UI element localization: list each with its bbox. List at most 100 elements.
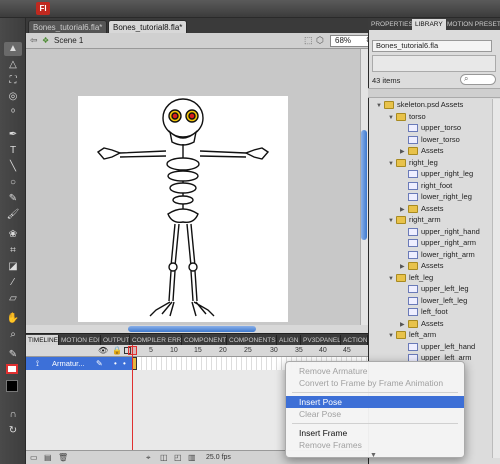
brush-tool-icon[interactable]: 🖌	[4, 208, 22, 222]
stage[interactable]	[78, 96, 288, 322]
library-item[interactable]: ▼ left_arm	[368, 329, 500, 340]
library-search-input[interactable]: ⌕	[460, 74, 496, 85]
frame-number: 45	[343, 347, 351, 354]
scroll-down-arrow-icon[interactable]: ▼	[370, 452, 377, 459]
library-item[interactable]: lower_right_leg	[368, 191, 500, 202]
frame-rate[interactable]: 25.0 fps	[206, 454, 231, 461]
scene-label: Scene 1	[54, 36, 84, 45]
frame-number: 25	[244, 347, 252, 354]
library-item[interactable]: left_foot	[368, 306, 500, 317]
library-preview	[372, 55, 496, 72]
text-tool-icon[interactable]: T	[4, 144, 22, 158]
menu-item-insert-pose[interactable]: Insert Pose	[286, 396, 464, 408]
subselection-tool-icon[interactable]: △	[4, 58, 22, 72]
library-item[interactable]: upper_right_leg	[368, 168, 500, 179]
eraser-tool-icon[interactable]: ▱	[4, 292, 22, 306]
back-arrow-icon[interactable]: ⇦	[30, 35, 38, 46]
folder-icon	[408, 147, 418, 156]
lock-icon[interactable]: 🔒	[112, 346, 122, 355]
3d-rotation-tool-icon[interactable]: ◎	[4, 90, 22, 104]
tab-motion-presets[interactable]: MOTION PRESETS	[444, 19, 500, 30]
library-item-label: skeleton.psd Assets	[397, 100, 464, 109]
smooth-icon[interactable]: ↻	[4, 424, 22, 438]
hand-tool-icon[interactable]: ✋	[4, 312, 22, 326]
library-item[interactable]: lower_left_leg	[368, 295, 500, 306]
free-transform-tool-icon[interactable]: ⛶	[4, 74, 22, 88]
center-frame-icon[interactable]: ⌖	[146, 453, 151, 463]
fill-color-swatch[interactable]	[6, 364, 18, 374]
library-item[interactable]: ▶ Assets	[368, 318, 500, 329]
menu-item-insert-frame[interactable]: Insert Frame	[286, 427, 464, 439]
armature-layer-icon: ⟟	[36, 359, 39, 368]
pen-tool-icon[interactable]: ✒	[4, 128, 22, 142]
new-folder-icon[interactable]: ▤	[44, 453, 52, 462]
folder-icon	[408, 204, 418, 213]
library-item[interactable]: ▼ right_leg	[368, 157, 500, 168]
vertical-scroll-thumb[interactable]	[361, 130, 367, 240]
bone-tool-icon[interactable]: ⌗	[4, 244, 22, 258]
visibility-dot-icon[interactable]: •	[114, 357, 117, 370]
layer-name: Armatur...	[52, 359, 85, 368]
eyedropper-tool-icon[interactable]: ⁄	[4, 276, 22, 290]
library-item[interactable]: ▶ Assets	[368, 260, 500, 271]
deco-tool-icon[interactable]: ❀	[4, 228, 22, 242]
black-swatch[interactable]	[6, 380, 18, 392]
library-item[interactable]: upper_right_hand	[368, 226, 500, 237]
library-item[interactable]: ▼ right_arm	[368, 214, 500, 225]
delete-icon[interactable]: 🗑	[58, 453, 68, 462]
layer-name-cell[interactable]: ⟟ Armatur... ✎ • •	[26, 357, 132, 370]
edit-multiple-frames-icon[interactable]: ▥	[188, 453, 196, 462]
library-item[interactable]: upper_left_leg	[368, 283, 500, 294]
library-item[interactable]: upper_torso	[368, 122, 500, 133]
name-column-header[interactable]	[368, 88, 500, 98]
library-item-label: Assets	[421, 146, 444, 155]
playhead[interactable]	[132, 345, 133, 450]
line-tool-icon[interactable]: ╲	[4, 160, 22, 174]
zoom-tool-icon[interactable]: ⌕	[4, 328, 22, 342]
eye-icon[interactable]: 👁	[98, 346, 108, 355]
library-item-label: Assets	[421, 318, 444, 328]
library-item-label: right_leg	[409, 157, 438, 167]
library-item[interactable]: ▼ skeleton.psd Assets	[368, 99, 500, 110]
lasso-tool-icon[interactable]: ᵒ	[4, 106, 22, 120]
selection-tool-icon[interactable]: ▲	[4, 42, 22, 56]
skeleton-artwork[interactable]	[78, 96, 288, 322]
library-item[interactable]: ▶ Assets	[368, 145, 500, 156]
library-item[interactable]: upper_left_hand	[368, 341, 500, 352]
library-item[interactable]: upper_right_arm	[368, 237, 500, 248]
edit-scene-icon[interactable]: ⬚	[304, 35, 313, 46]
oval-tool-icon[interactable]: ○	[4, 176, 22, 190]
stroke-color-icon[interactable]: ✎	[4, 348, 22, 362]
horizontal-scroll-thumb[interactable]	[128, 326, 256, 332]
onion-skin-icon[interactable]: ◫	[160, 453, 168, 462]
tab-document-2[interactable]: Bones_tutorial8.fla*	[108, 20, 188, 33]
right-panel-tabs: PROPERTIES LIBRARY MOTION PRESETS	[368, 18, 500, 30]
library-document-select[interactable]: Bones_tutorial6.fla	[372, 40, 492, 52]
playhead-handle[interactable]	[128, 346, 137, 355]
tab-properties[interactable]: PROPERTIES	[368, 19, 416, 30]
onion-outlines-icon[interactable]: ◰	[174, 453, 182, 462]
library-item-label: upper_torso	[421, 123, 462, 132]
tab-library[interactable]: LIBRARY	[412, 19, 446, 30]
library-scrollbar[interactable]	[492, 99, 500, 458]
frame-number: 35	[295, 347, 303, 354]
paint-bucket-tool-icon[interactable]: ◪	[4, 260, 22, 274]
snap-magnet-icon[interactable]: ∩	[4, 408, 22, 422]
new-layer-icon[interactable]: ▭	[30, 453, 38, 462]
tab-document-1[interactable]: Bones_tutorial6.fla*	[28, 20, 108, 33]
library-item-label: right_foot	[421, 180, 453, 190]
library-item[interactable]: lower_right_arm	[368, 249, 500, 260]
folder-icon	[396, 331, 406, 340]
library-item-label: upper_right_arm	[421, 238, 477, 247]
edit-symbol-icon[interactable]: ⬡	[316, 35, 324, 46]
frame-number: 15	[194, 347, 202, 354]
pencil-tool-icon[interactable]: ✎	[4, 192, 22, 206]
library-item[interactable]: ▶ Assets	[368, 203, 500, 214]
library-item[interactable]: ▼ left_leg	[368, 272, 500, 283]
library-item[interactable]: right_foot	[368, 180, 500, 191]
lock-dot-icon[interactable]: •	[123, 357, 126, 370]
frame-number: 40	[319, 347, 327, 354]
menu-separator	[292, 423, 458, 424]
library-item[interactable]: lower_torso	[368, 134, 500, 145]
library-item[interactable]: ▼ torso	[368, 111, 500, 122]
